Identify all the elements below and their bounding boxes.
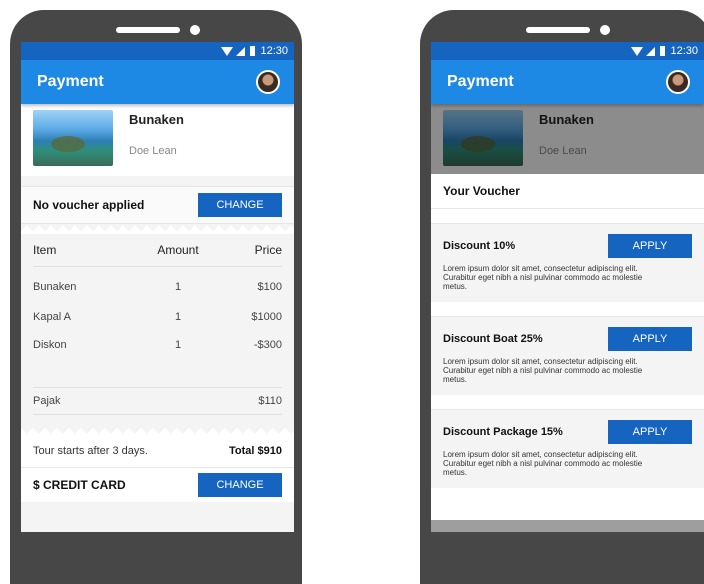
- signal-icon: [236, 46, 246, 56]
- voucher-name: Discount Package 15%: [443, 426, 563, 438]
- table-row: Bunaken 1 $100: [33, 273, 282, 301]
- items-table: Item Amount Price Bunaken 1 $100 Kapal A…: [21, 234, 294, 425]
- summary-row: Tour starts after 3 days. Total $910: [21, 435, 294, 467]
- voucher-status: No voucher applied: [33, 198, 145, 212]
- tour-thumbnail: [33, 110, 113, 166]
- apply-voucher-button[interactable]: APPLY: [608, 327, 692, 351]
- change-payment-button[interactable]: CHANGE: [198, 473, 282, 497]
- status-bar: 12:30: [21, 42, 294, 60]
- battery-icon: [250, 46, 256, 56]
- table-header: Item Amount Price: [33, 234, 282, 267]
- wifi-icon: [221, 46, 234, 56]
- voucher-card: Discount 10% APPLY Lorem ipsum dolor sit…: [431, 223, 704, 302]
- table-row: Kapal A 1 $1000: [33, 303, 282, 331]
- column-header-item: Item: [33, 243, 57, 257]
- voucher-row: No voucher applied CHANGE: [21, 186, 294, 224]
- front-camera: [190, 25, 200, 35]
- scrim-overlay[interactable]: [431, 104, 704, 174]
- row-price: $1000: [251, 311, 282, 323]
- phone-right: 12:30 Payment Bunaken Doe Lean Your Vouc…: [420, 10, 704, 584]
- tour-name: Bunaken: [129, 112, 184, 127]
- tax-price: $110: [258, 395, 282, 407]
- row-amount: 1: [174, 311, 182, 323]
- apply-voucher-button[interactable]: APPLY: [608, 234, 692, 258]
- front-camera: [600, 25, 610, 35]
- row-amount: 1: [174, 339, 182, 351]
- tax-row: Pajak $110: [33, 387, 282, 415]
- column-header-price: Price: [254, 243, 282, 257]
- status-time: 12:30: [670, 45, 698, 57]
- change-voucher-button[interactable]: CHANGE: [198, 193, 282, 217]
- battery-icon: [660, 46, 666, 56]
- row-item: Diskon: [33, 339, 67, 351]
- page-title: Payment: [447, 73, 514, 90]
- row-item: Bunaken: [33, 281, 77, 293]
- screen-payment: 12:30 Payment Bunaken Doe Lean No vouche…: [21, 42, 294, 532]
- row-amount: 1: [174, 281, 182, 293]
- status-bar: 12:30: [431, 42, 704, 60]
- receipt-edge-top: [21, 224, 294, 234]
- app-bar: Payment: [431, 60, 704, 104]
- voucher-description: Lorem ipsum dolor sit amet, consectetur …: [443, 264, 643, 291]
- dimmed-tour-card: Bunaken Doe Lean: [431, 104, 704, 174]
- voucher-name: Discount 10%: [443, 240, 516, 252]
- tour-start-note: Tour starts after 3 days.: [33, 445, 148, 457]
- screen-voucher: 12:30 Payment Bunaken Doe Lean Your Vouc…: [431, 42, 704, 532]
- voucher-sheet-title: Your Voucher: [431, 174, 704, 209]
- row-price: $100: [257, 281, 282, 293]
- signal-icon: [646, 46, 656, 56]
- voucher-card: Discount Package 15% APPLY Lorem ipsum d…: [431, 409, 704, 488]
- column-header-amount: Amount: [157, 243, 199, 257]
- page-title: Payment: [37, 73, 104, 90]
- avatar[interactable]: [666, 70, 690, 94]
- status-time: 12:30: [260, 45, 288, 57]
- wifi-icon: [631, 46, 644, 56]
- phone-left: 12:30 Payment Bunaken Doe Lean No vouche…: [10, 10, 302, 584]
- avatar[interactable]: [256, 70, 280, 94]
- total-amount: Total $910: [229, 445, 282, 457]
- voucher-name: Discount Boat 25%: [443, 333, 543, 345]
- row-price: -$300: [253, 339, 282, 351]
- voucher-description: Lorem ipsum dolor sit amet, consectetur …: [443, 450, 643, 477]
- voucher-description: Lorem ipsum dolor sit amet, consectetur …: [443, 357, 643, 384]
- payment-row: $ CREDIT CARD CHANGE: [21, 467, 294, 502]
- table-row: Diskon 1 -$300: [33, 331, 282, 359]
- scrim-bottom: [431, 520, 704, 532]
- tour-card[interactable]: Bunaken Doe Lean: [21, 104, 294, 176]
- apply-voucher-button[interactable]: APPLY: [608, 420, 692, 444]
- app-bar: Payment: [21, 60, 294, 104]
- payment-method: $ CREDIT CARD: [33, 478, 126, 492]
- row-item: Kapal A: [33, 311, 71, 323]
- tax-label: Pajak: [33, 395, 61, 407]
- earpiece: [526, 27, 590, 33]
- earpiece: [116, 27, 180, 33]
- receipt-edge-bottom: [21, 425, 294, 435]
- voucher-card: Discount Boat 25% APPLY Lorem ipsum dolo…: [431, 316, 704, 395]
- tour-host: Doe Lean: [129, 145, 177, 157]
